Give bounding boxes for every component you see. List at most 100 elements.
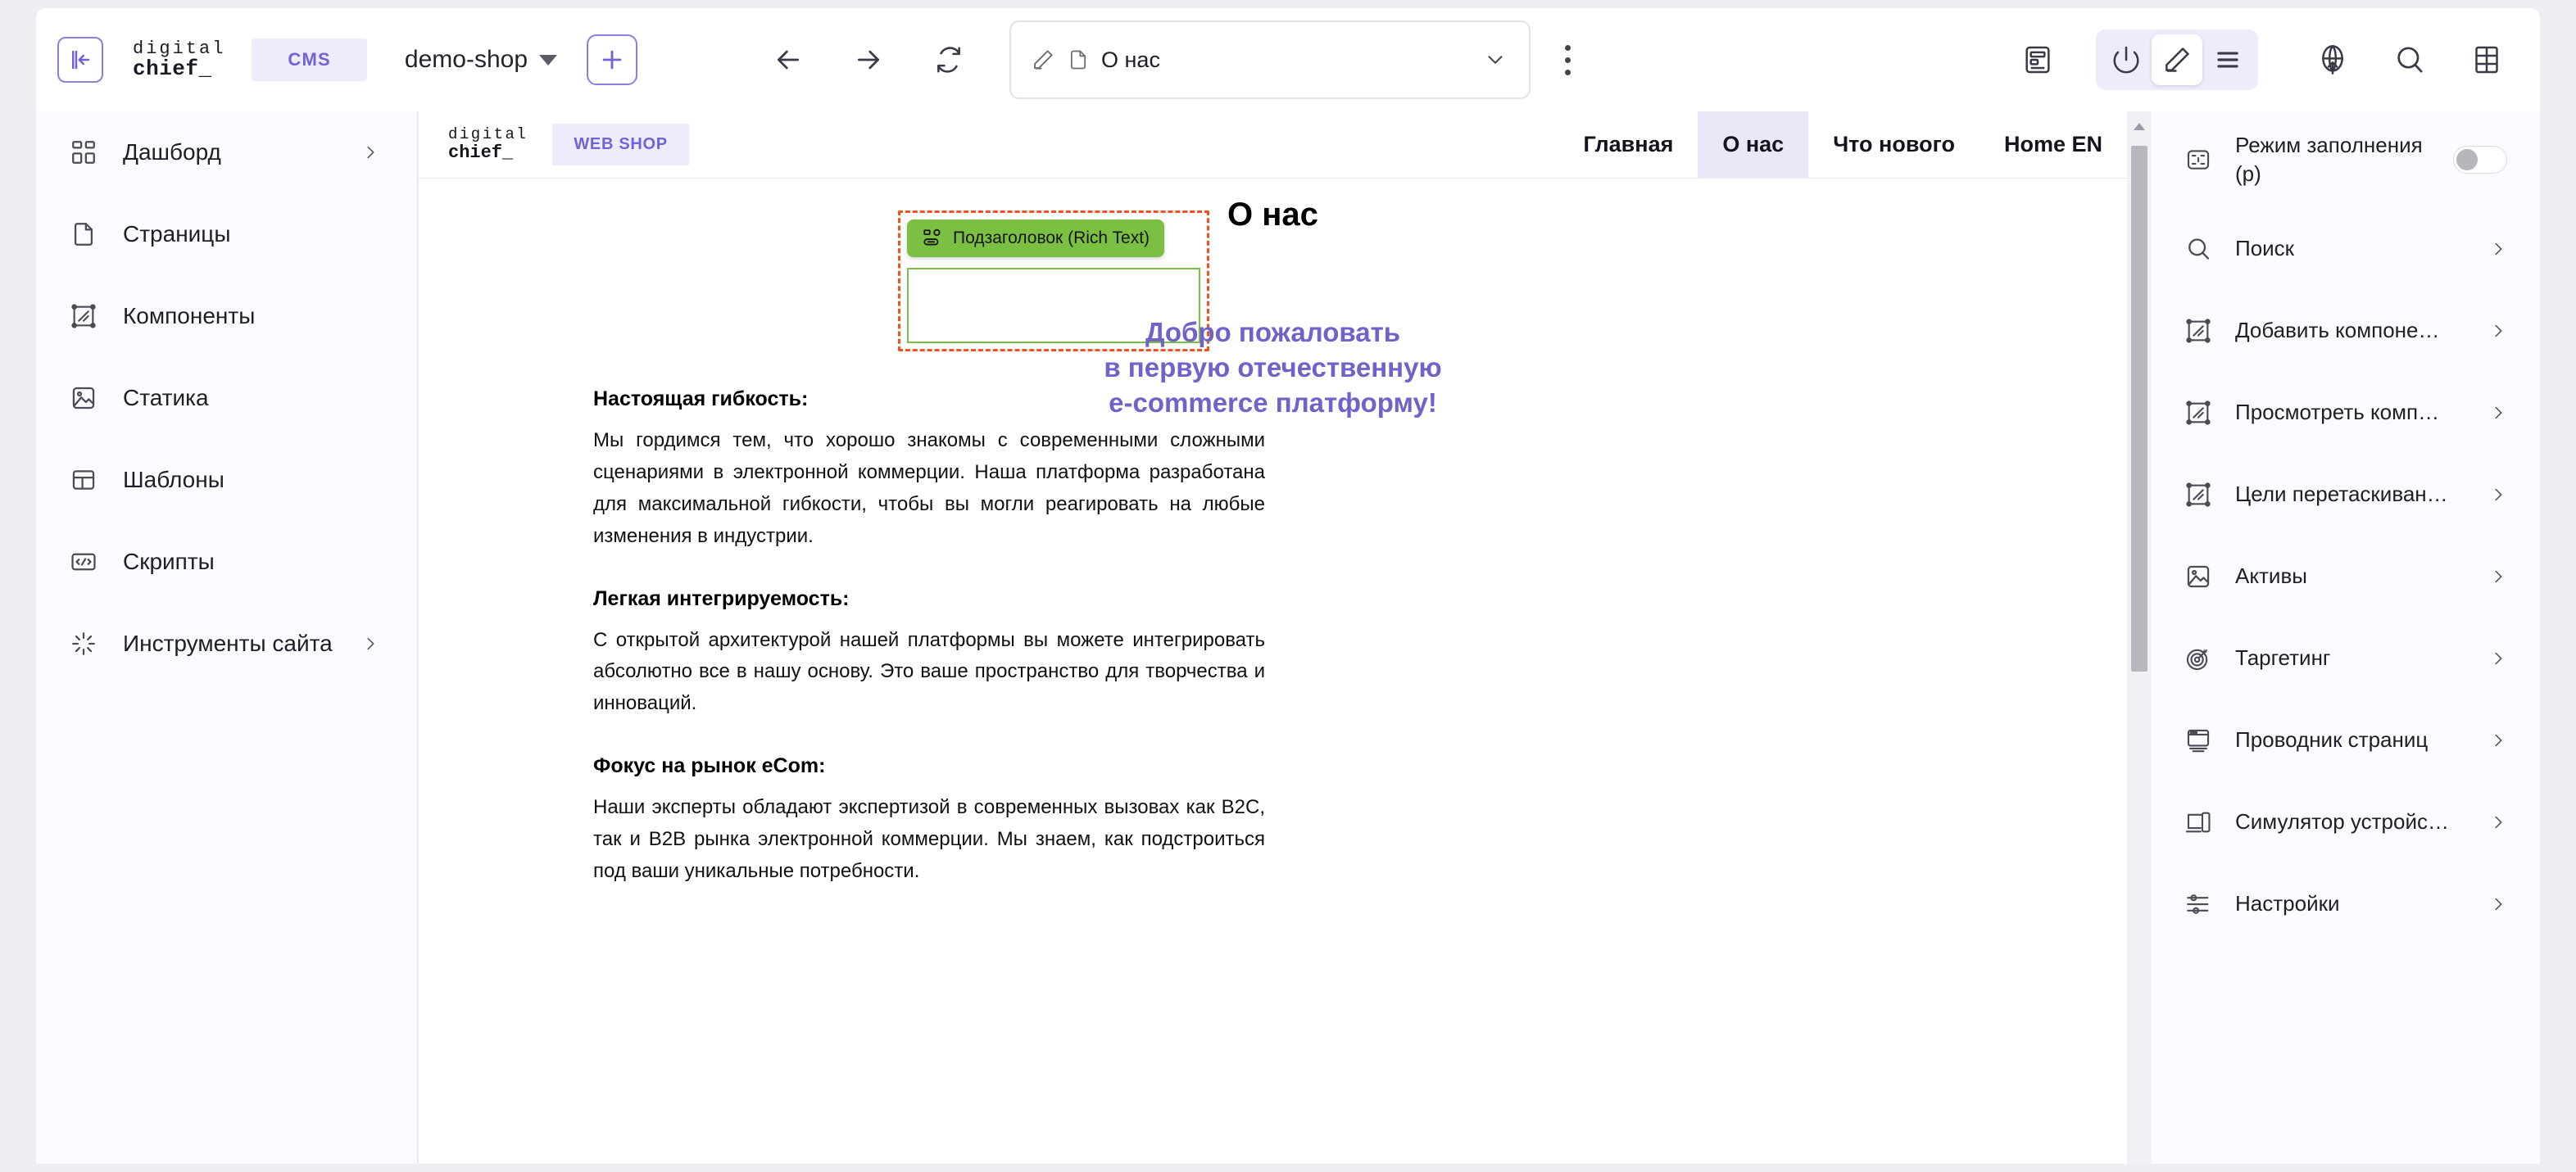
selection-badge[interactable]: Подзаголовок (Rich Text): [907, 219, 1165, 257]
hero-line-2: в первую отечественную: [1104, 352, 1442, 382]
app-logo-line1: digital: [133, 38, 226, 59]
sidebar-item-templates[interactable]: Шаблоны: [36, 439, 417, 521]
panel-item-label: Симулятор устройс…: [2235, 809, 2449, 835]
template-icon: [67, 464, 100, 496]
panel-item-label: Добавить компоне…: [2235, 318, 2440, 343]
pencil-icon: [1031, 48, 1055, 72]
chevron-down-icon[interactable]: [1483, 48, 1508, 72]
left-sidebar: Дашборд Страницы Компоненты Статика Шабл…: [36, 111, 418, 1164]
sidebar-item-site-tools[interactable]: Инструменты сайта: [36, 603, 417, 685]
site-nav-link-whatsnew[interactable]: Что нового: [1808, 111, 1980, 178]
panel-item-drag-targets[interactable]: Цели перетаскиван…: [2152, 454, 2540, 536]
chevron-right-icon: [2489, 649, 2507, 667]
panel-item-label: Таргетинг: [2235, 645, 2331, 671]
chevron-right-icon: [361, 143, 379, 161]
pencil-icon[interactable]: [2152, 34, 2202, 85]
section-paragraph: Наши эксперты обладают экспертизой в сов…: [593, 796, 1265, 882]
toolbar-right-group: [1981, 29, 2540, 90]
page-sections: Настоящая гибкость: Мы гордимся тем, что…: [593, 387, 1265, 888]
panel-item-label: Режим заполнения (p): [2235, 132, 2423, 186]
section-paragraph: Мы гордимся тем, что хорошо знакомы с со…: [593, 429, 1265, 547]
publish-globe-icon[interactable]: [2312, 39, 2353, 80]
chevron-right-icon: [2489, 813, 2507, 831]
page-url-value: О нас: [1101, 47, 1160, 72]
project-selector[interactable]: demo-shop: [404, 46, 558, 74]
sidebar-item-label: Статика: [123, 385, 209, 410]
add-tab-button[interactable]: [587, 34, 638, 85]
panel-item-fill-mode[interactable]: Режим заполнения (p): [2152, 111, 2540, 208]
page-preview-canvas: digital chief_ WEB SHOP Главная О нас Чт…: [419, 111, 2127, 1164]
layout-panel-icon[interactable]: [2017, 39, 2058, 80]
chevron-right-icon: [2489, 240, 2507, 258]
power-icon[interactable]: [2101, 34, 2152, 85]
sidebar-item-label: Скрипты: [123, 549, 215, 574]
sidebar-item-scripts[interactable]: Скрипты: [36, 521, 417, 603]
arrow-left-icon[interactable]: [770, 42, 806, 78]
sidebar-item-dashboard[interactable]: Дашборд: [36, 111, 417, 193]
grid-icon[interactable]: [2466, 39, 2507, 80]
chevron-right-icon: [2489, 568, 2507, 586]
panel-collapse-icon[interactable]: [57, 37, 103, 83]
fill-mode-toggle[interactable]: [2453, 146, 2507, 174]
monitor-icon: [2183, 725, 2214, 756]
web-shop-badge: WEB SHOP: [552, 124, 689, 165]
settings-sliders-icon: [2183, 889, 2214, 920]
search-icon[interactable]: [2389, 39, 2430, 80]
site-logo-line1: digital: [448, 124, 528, 143]
panel-item-settings[interactable]: Настройки: [2152, 863, 2540, 945]
cms-badge: CMS: [252, 38, 367, 81]
sidebar-item-label: Дашборд: [123, 139, 221, 165]
site-nav-link-home[interactable]: Главная: [1559, 111, 1698, 178]
chevron-down-icon: [539, 54, 558, 66]
image-icon: [2183, 561, 2214, 592]
search-icon: [2183, 233, 2214, 265]
panel-item-assets[interactable]: Активы: [2152, 536, 2540, 618]
dashboard-icon: [67, 136, 100, 169]
site-logo[interactable]: digital chief_: [448, 124, 528, 162]
site-header: digital chief_ WEB SHOP Главная О нас Чт…: [419, 111, 2127, 179]
panel-item-label: Проводник страниц: [2235, 727, 2429, 753]
arrow-right-icon[interactable]: [850, 42, 887, 78]
panel-item-label: Просмотреть комп…: [2235, 400, 2440, 425]
app-logo: digital chief_: [133, 39, 225, 80]
section-heading: Легкая интегрируемость:: [593, 586, 850, 610]
project-selector-label: demo-shop: [404, 46, 528, 73]
fill-mode-icon: [2183, 144, 2214, 175]
app-root: digital chief_ CMS demo-shop О нас Дашбо…: [0, 0, 2576, 1172]
panel-item-label: Поиск: [2235, 236, 2295, 261]
more-vertical-icon[interactable]: [1565, 44, 1571, 75]
panel-item-view-components[interactable]: Просмотреть комп…: [2152, 372, 2540, 454]
panel-item-add-component[interactable]: Добавить компоне…: [2152, 290, 2540, 372]
panel-item-search[interactable]: Поиск: [2152, 208, 2540, 290]
sidebar-item-label: Шаблоны: [123, 467, 224, 492]
page-url-field[interactable]: О нас: [1009, 20, 1531, 99]
app-logo-line2: chief_: [133, 56, 212, 81]
browser-nav-group: [770, 42, 967, 78]
panel-item-label: Цели перетаскиван…: [2235, 482, 2448, 507]
sidebar-item-static[interactable]: Статика: [36, 357, 417, 439]
devices-icon: [2183, 807, 2214, 838]
component-icon: [2183, 397, 2214, 428]
panel-item-page-explorer[interactable]: Проводник страниц: [2152, 699, 2540, 781]
chevron-right-icon: [2489, 731, 2507, 749]
site-nav-link-home-en[interactable]: Home EN: [1980, 111, 2127, 178]
target-icon: [2183, 643, 2214, 674]
reload-icon[interactable]: [931, 42, 967, 78]
sidebar-item-label: Инструменты сайта: [123, 631, 333, 656]
site-nav-link-about[interactable]: О нас: [1698, 111, 1809, 178]
section-paragraph: С открытой архитектурой нашей платформы …: [593, 628, 1265, 715]
component-icon: [67, 300, 100, 333]
sidebar-item-pages[interactable]: Страницы: [36, 193, 417, 275]
section-heading: Фокус на рынок eCom:: [593, 754, 826, 778]
panel-item-device-simulator[interactable]: Симулятор устройс…: [2152, 781, 2540, 863]
right-sidebar: Режим заполнения (p) Поиск Добавить комп…: [2152, 111, 2540, 1164]
scroll-up-arrow-icon[interactable]: [2134, 123, 2145, 130]
toolbar-left-group: digital chief_ CMS demo-shop: [36, 34, 638, 85]
sidebar-item-components[interactable]: Компоненты: [36, 275, 417, 357]
canvas-scrollbar[interactable]: [2127, 111, 2152, 1164]
panel-item-targeting[interactable]: Таргетинг: [2152, 618, 2540, 699]
image-icon: [67, 382, 100, 414]
list-icon[interactable]: [2202, 34, 2253, 85]
scrollbar-thumb[interactable]: [2131, 146, 2147, 672]
page-icon: [1067, 48, 1090, 71]
